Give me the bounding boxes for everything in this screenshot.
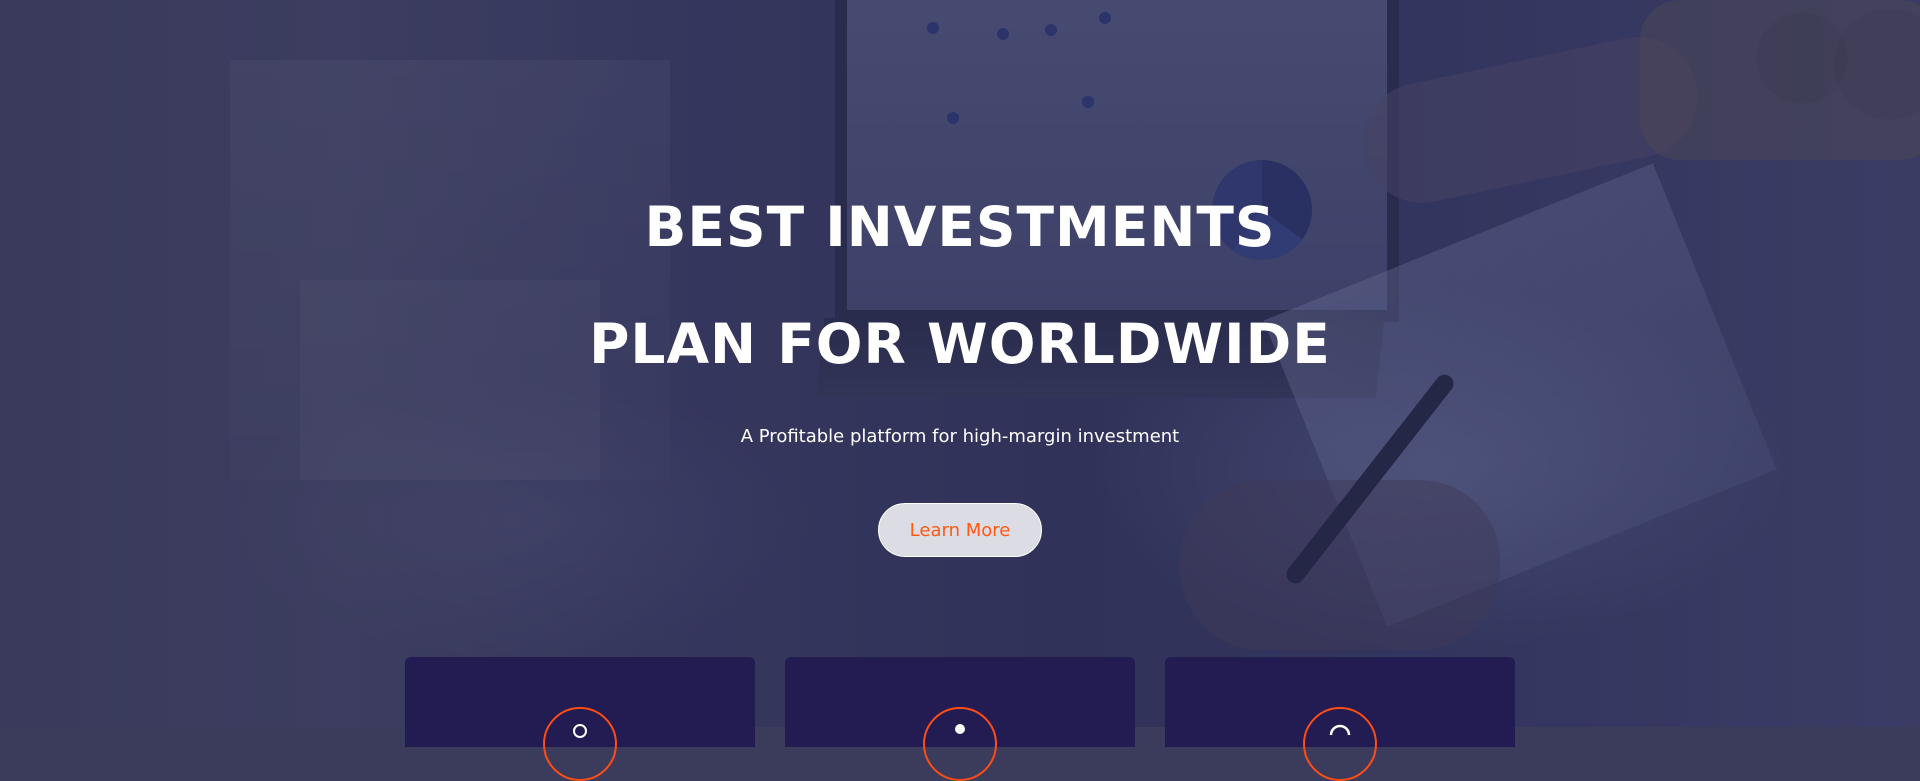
user-icon	[543, 707, 617, 781]
hero-title-line-1: BEST INVESTMENTS	[644, 195, 1276, 259]
feature-card[interactable]	[785, 657, 1135, 781]
support-icon	[1303, 707, 1377, 781]
feature-card[interactable]	[405, 657, 755, 781]
hero-subtitle: A Profitable platform for high-margin in…	[740, 426, 1180, 447]
feature-card[interactable]	[1165, 657, 1515, 781]
hero-title-line-2: PLAN FOR WORLDWIDE	[589, 312, 1331, 376]
person-icon	[923, 707, 997, 781]
learn-more-button[interactable]: Learn More	[878, 503, 1042, 557]
